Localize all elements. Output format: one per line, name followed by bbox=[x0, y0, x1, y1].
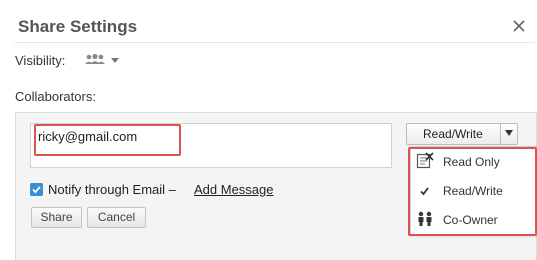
notify-checkbox[interactable] bbox=[30, 183, 43, 196]
title-divider bbox=[14, 42, 535, 43]
notify-label: Notify through Email – bbox=[48, 182, 176, 197]
close-icon[interactable] bbox=[512, 19, 526, 33]
email-highlight-annotation bbox=[34, 124, 181, 156]
visibility-label: Visibility: bbox=[15, 53, 66, 68]
share-button[interactable]: Share bbox=[31, 207, 82, 228]
permission-select-value: Read/Write bbox=[423, 127, 483, 141]
add-message-link[interactable]: Add Message bbox=[194, 182, 274, 197]
dialog-title: Share Settings bbox=[18, 17, 138, 36]
collaborators-label: Collaborators: bbox=[15, 89, 96, 104]
menu-highlight-annotation bbox=[408, 147, 537, 236]
people-icon bbox=[85, 53, 105, 64]
visibility-dropdown[interactable] bbox=[84, 53, 124, 69]
cancel-button[interactable]: Cancel bbox=[87, 207, 146, 228]
chevron-down-icon[interactable] bbox=[505, 130, 513, 136]
permission-select-divider bbox=[500, 124, 501, 144]
chevron-down-icon bbox=[111, 58, 119, 63]
